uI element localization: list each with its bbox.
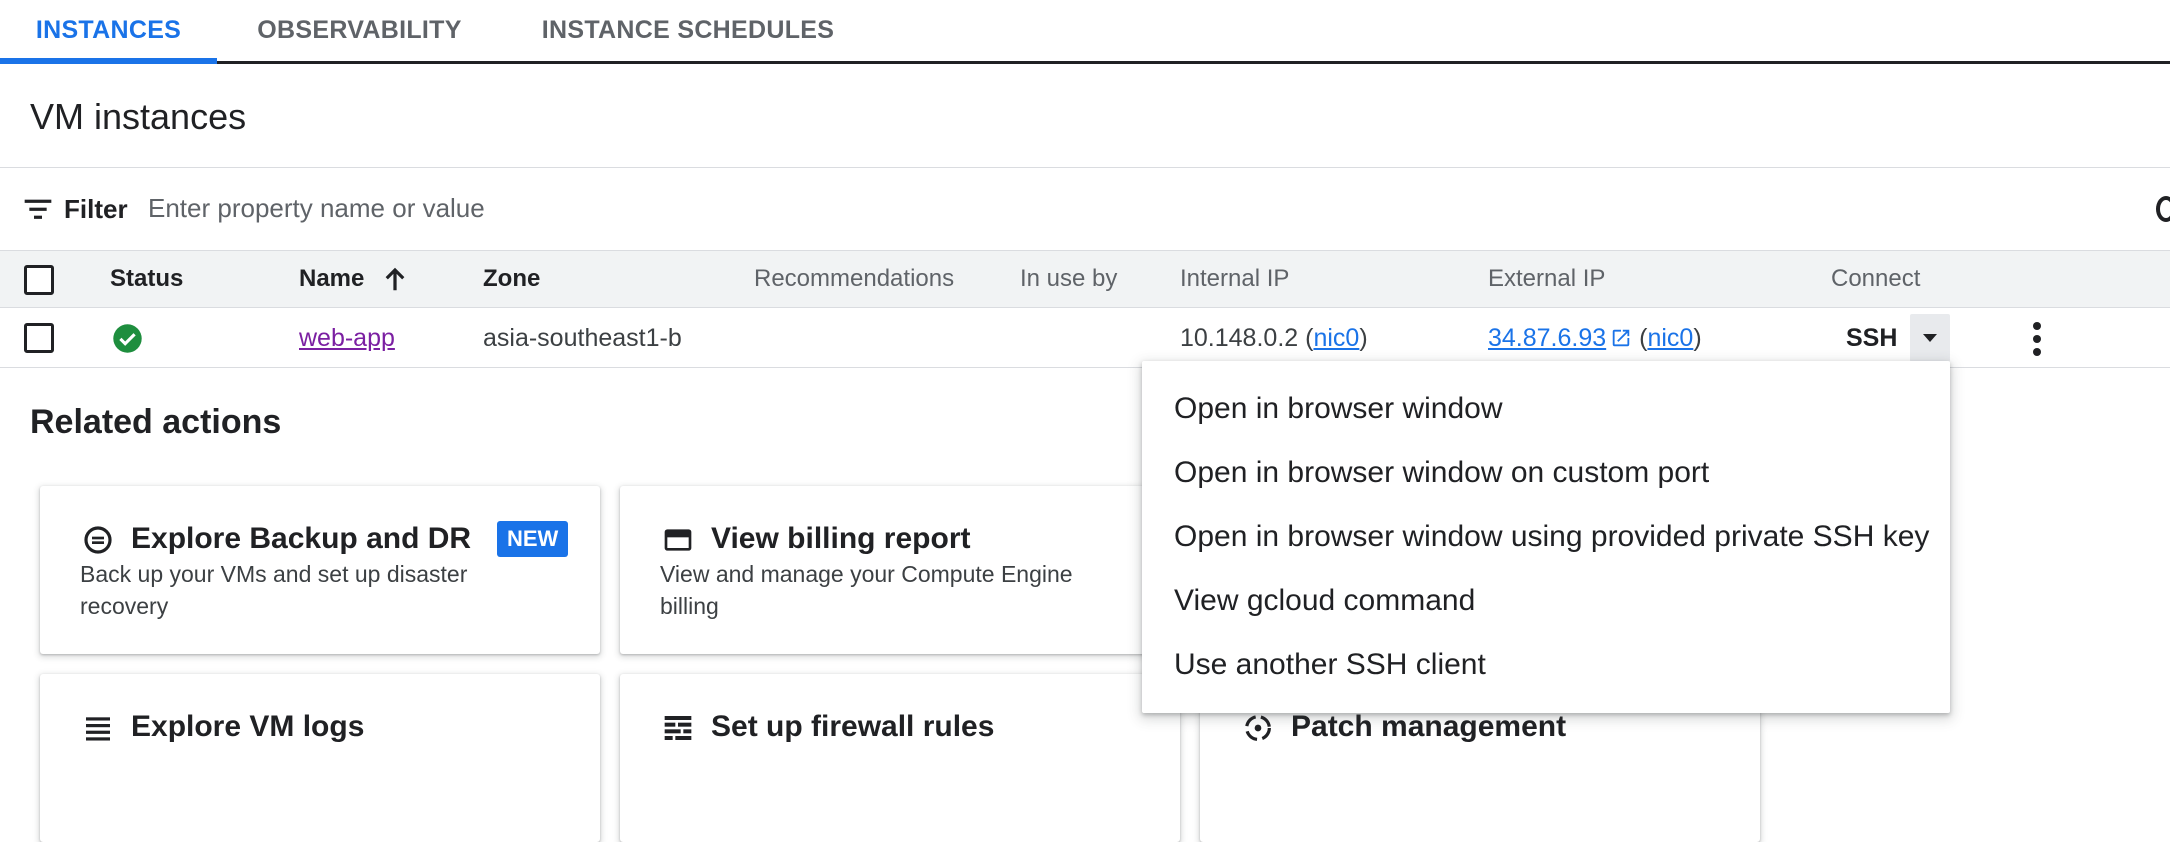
filter-label[interactable]: Filter xyxy=(64,194,128,225)
ssh-button[interactable]: SSH xyxy=(1846,324,1897,353)
internal-ip-value: 10.148.0.2 xyxy=(1180,324,1299,352)
arrow-upward-icon[interactable] xyxy=(380,263,410,295)
column-name[interactable]: Name xyxy=(299,265,364,293)
logs-list-icon xyxy=(86,717,110,741)
internal-nic-link[interactable]: nic0 xyxy=(1313,324,1359,352)
card-vm-logs[interactable]: Explore VM logs xyxy=(40,674,600,842)
more-vert-icon[interactable] xyxy=(2025,322,2049,356)
menu-item-another-ssh-client[interactable]: Use another SSH client xyxy=(1142,633,1950,697)
card-backup-dr[interactable]: Explore Backup and DR NEW Back up your V… xyxy=(40,486,600,654)
ssh-dropdown-button[interactable] xyxy=(1910,314,1950,362)
backup-icon xyxy=(84,526,112,554)
card-title: Patch management xyxy=(1291,710,1567,743)
row-checkbox[interactable] xyxy=(24,323,54,353)
card-title: Explore VM logs xyxy=(131,710,365,743)
tab-observability[interactable]: OBSERVABILITY xyxy=(239,0,480,61)
ssh-options-menu: Open in browser window Open in browser w… xyxy=(1142,361,1950,713)
card-description: Back up your VMs and set up disaster rec… xyxy=(80,561,468,619)
tab-instance-schedules[interactable]: INSTANCE SCHEDULES xyxy=(536,0,840,61)
open-in-new-icon[interactable] xyxy=(1610,327,1632,349)
column-connect: Connect xyxy=(1831,265,1921,292)
external-ip: 34.87.6.93 (nic0) xyxy=(1488,324,1702,352)
column-status[interactable]: Status xyxy=(110,265,183,293)
filter-list-icon[interactable] xyxy=(22,193,54,225)
column-in-use-by: In use by xyxy=(1020,265,1118,292)
column-internal-ip[interactable]: Internal IP xyxy=(1180,265,1289,293)
card-description: View and manage your Compute Engine bill… xyxy=(660,561,1073,619)
card-title: Explore Backup and DR xyxy=(131,522,472,555)
filter-input[interactable] xyxy=(148,188,2048,228)
external-ip-link[interactable]: 34.87.6.93 xyxy=(1488,324,1606,352)
divider xyxy=(0,167,2170,168)
card-billing-report[interactable]: View billing report View and manage your… xyxy=(620,486,1180,654)
internal-ip: 10.148.0.2 (nic0) xyxy=(1180,324,1368,352)
card-title: Set up firewall rules xyxy=(711,710,995,743)
menu-item-open-private-ssh-key[interactable]: Open in browser window using provided pr… xyxy=(1142,505,1950,569)
column-recommendations: Recommendations xyxy=(754,265,955,292)
tab-instances[interactable]: INSTANCES xyxy=(0,0,217,64)
column-external-ip[interactable]: External IP xyxy=(1488,265,1605,293)
check-circle-icon xyxy=(113,324,142,353)
tab-bar: INSTANCES OBSERVABILITY INSTANCE SCHEDUL… xyxy=(0,0,2170,64)
menu-item-open-browser-window[interactable]: Open in browser window xyxy=(1142,377,1950,441)
menu-item-open-custom-port[interactable]: Open in browser window on custom port xyxy=(1142,441,1950,505)
menu-item-view-gcloud-command[interactable]: View gcloud command xyxy=(1142,569,1950,633)
credit-card-icon xyxy=(664,529,692,551)
card-firewall-rules[interactable]: Set up firewall rules xyxy=(620,674,1180,842)
new-badge: NEW xyxy=(497,521,569,557)
external-nic-link[interactable]: nic0 xyxy=(1647,324,1693,352)
table-row: web-app asia-southeast1-b 10.148.0.2 (ni… xyxy=(0,308,2170,368)
column-zone[interactable]: Zone xyxy=(483,265,540,293)
instance-zone: asia-southeast1-b xyxy=(483,324,682,352)
table-header: Status Name Zone Recommendations In use … xyxy=(0,250,2170,308)
patch-icon xyxy=(1245,715,1271,741)
related-actions-title: Related actions xyxy=(30,403,282,441)
select-all-checkbox[interactable] xyxy=(24,265,54,295)
card-title: View billing report xyxy=(711,522,971,555)
page-title: VM instances xyxy=(30,96,247,137)
instance-name-link[interactable]: web-app xyxy=(299,324,395,353)
firewall-icon xyxy=(664,716,692,740)
help-icon[interactable] xyxy=(2156,196,2170,222)
